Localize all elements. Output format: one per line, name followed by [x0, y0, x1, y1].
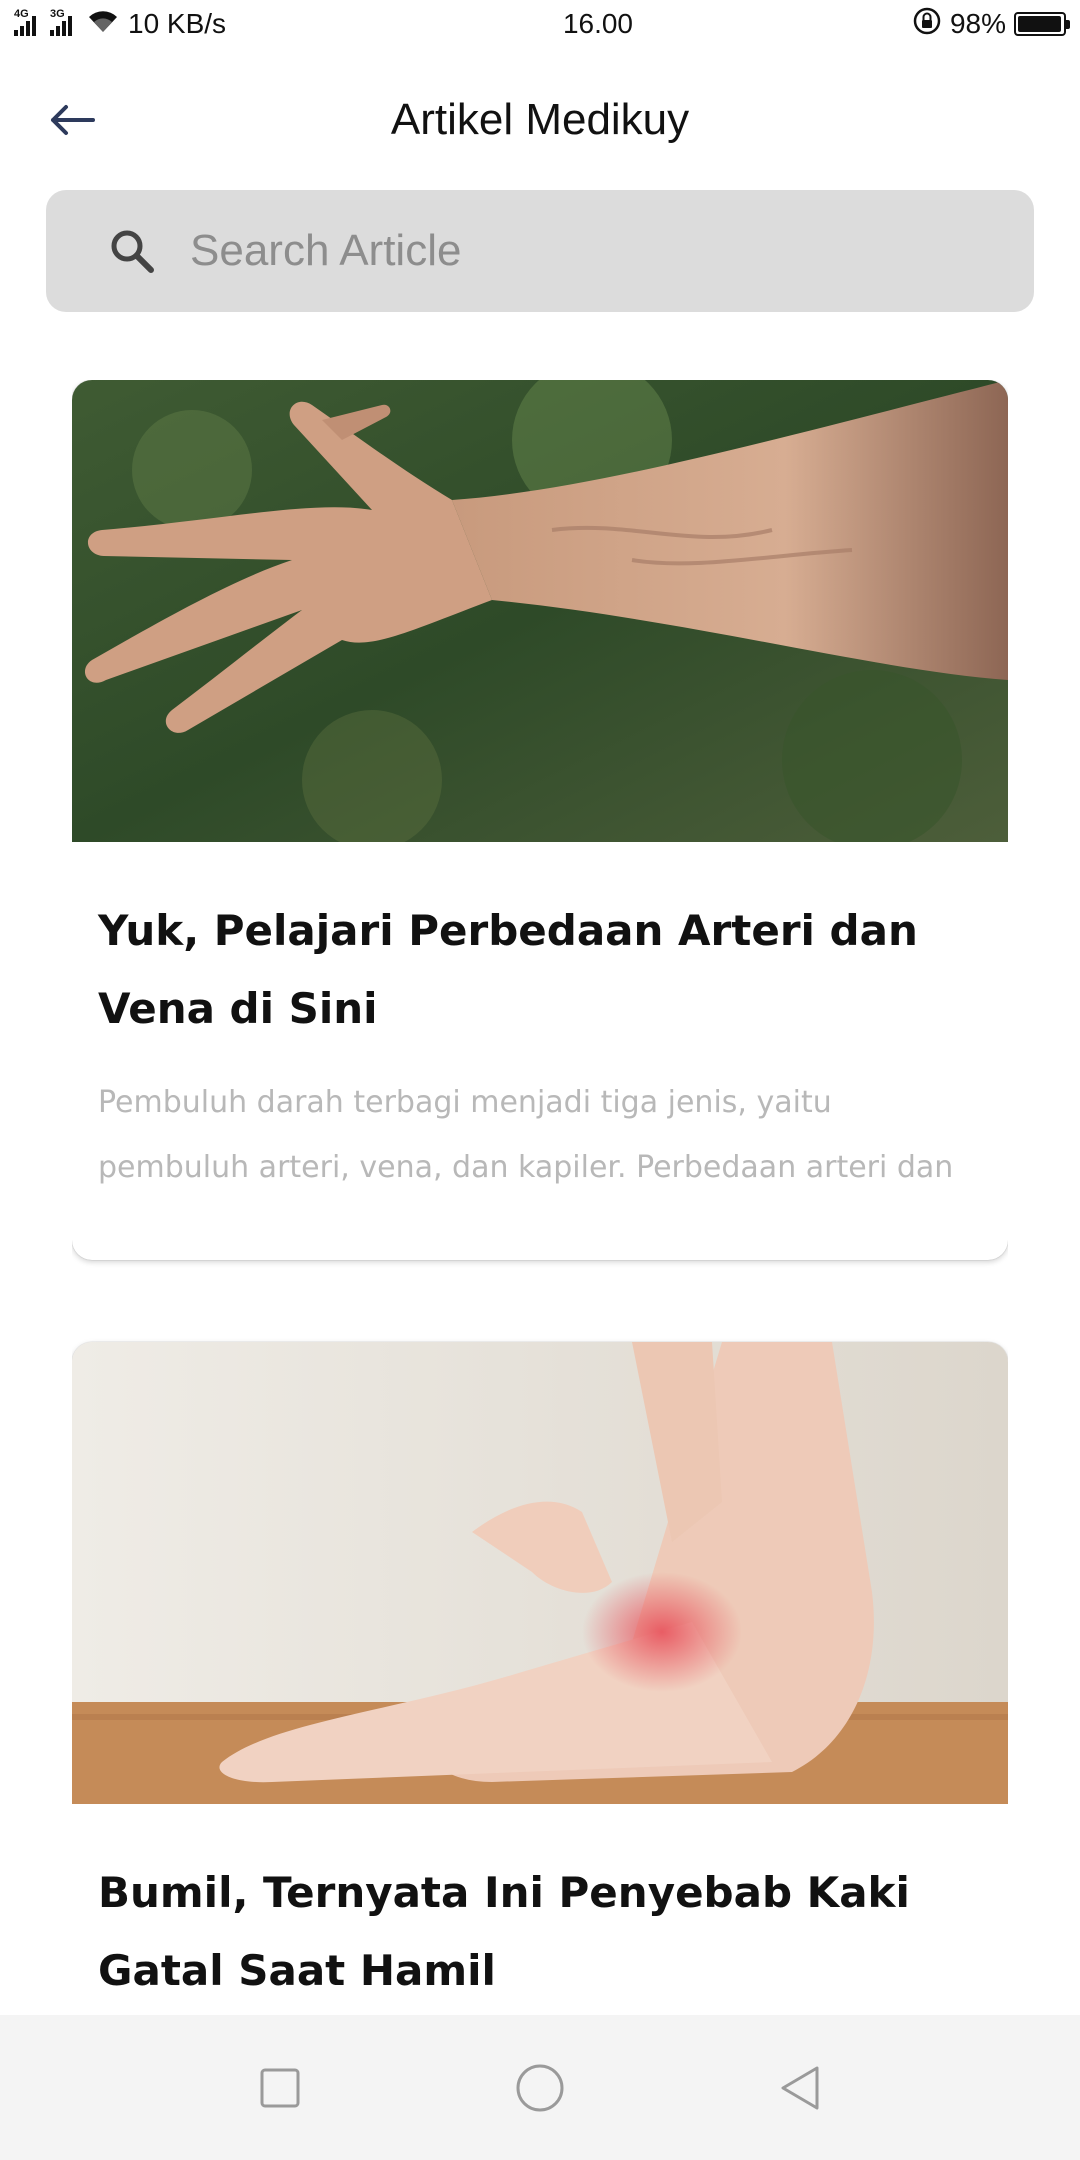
article-image-arm	[72, 380, 1008, 842]
home-button[interactable]	[495, 2043, 585, 2133]
battery-percent: 98%	[949, 8, 1006, 39]
article-card[interactable]: Bumil, Ternyata Ini Penyebab Kaki Gatal …	[72, 1342, 1008, 2015]
battery-icon	[1014, 12, 1070, 36]
article-title: Yuk, Pelajari Perbedaan Arteri dan Vena …	[98, 906, 918, 1033]
article-excerpt: Pembuluh darah terbagi menjadi tiga jeni…	[98, 1070, 982, 1200]
status-bar: 4G 3G 10 KB/s 16.00 98%	[0, 0, 1080, 48]
wifi-icon	[86, 8, 120, 41]
battery-level-fill	[1018, 16, 1062, 32]
search-bar[interactable]	[46, 190, 1034, 312]
status-right: 98%	[912, 6, 1070, 43]
home-circle-icon	[516, 2064, 564, 2111]
article-body: Bumil, Ternyata Ini Penyebab Kaki Gatal …	[72, 1804, 1008, 2015]
recents-square-icon	[260, 2068, 300, 2107]
article-excerpt-line: Pembuluh darah terbagi menjadi tiga jeni…	[98, 1085, 832, 1120]
network-type-label: 3G	[50, 8, 65, 20]
signal-3g-icon: 3G	[50, 8, 72, 36]
recents-button[interactable]	[235, 2043, 325, 2133]
clock: 16.00	[562, 8, 634, 39]
network-speed: 10 KB/s	[128, 8, 227, 39]
system-nav-bar	[0, 2015, 1080, 2160]
back-triangle-icon	[781, 2066, 819, 2109]
network-type-label: 4G	[14, 8, 29, 20]
signal-4g-icon: 4G	[14, 8, 36, 36]
app-header: Artikel Medikuy	[0, 70, 1080, 170]
article-excerpt-line: pembuluh arteri, vena, dan kapiler. Perb…	[98, 1150, 954, 1185]
article-body: Yuk, Pelajari Perbedaan Arteri dan Vena …	[72, 842, 1008, 1260]
arrow-left-icon	[51, 105, 95, 135]
system-back-button[interactable]	[755, 2043, 845, 2133]
article-image-foot	[72, 1342, 1008, 1804]
search-icon	[102, 221, 162, 281]
page-title: Artikel Medikuy	[390, 95, 690, 144]
search-input[interactable]	[190, 226, 970, 276]
rotation-lock-icon	[912, 6, 942, 43]
article-title: Bumil, Ternyata Ini Penyebab Kaki Gatal …	[98, 1868, 910, 1995]
article-card[interactable]: Yuk, Pelajari Perbedaan Arteri dan Vena …	[72, 380, 1008, 1260]
article-list[interactable]: Yuk, Pelajari Perbedaan Arteri dan Vena …	[72, 380, 1008, 2015]
back-button[interactable]	[40, 90, 104, 150]
